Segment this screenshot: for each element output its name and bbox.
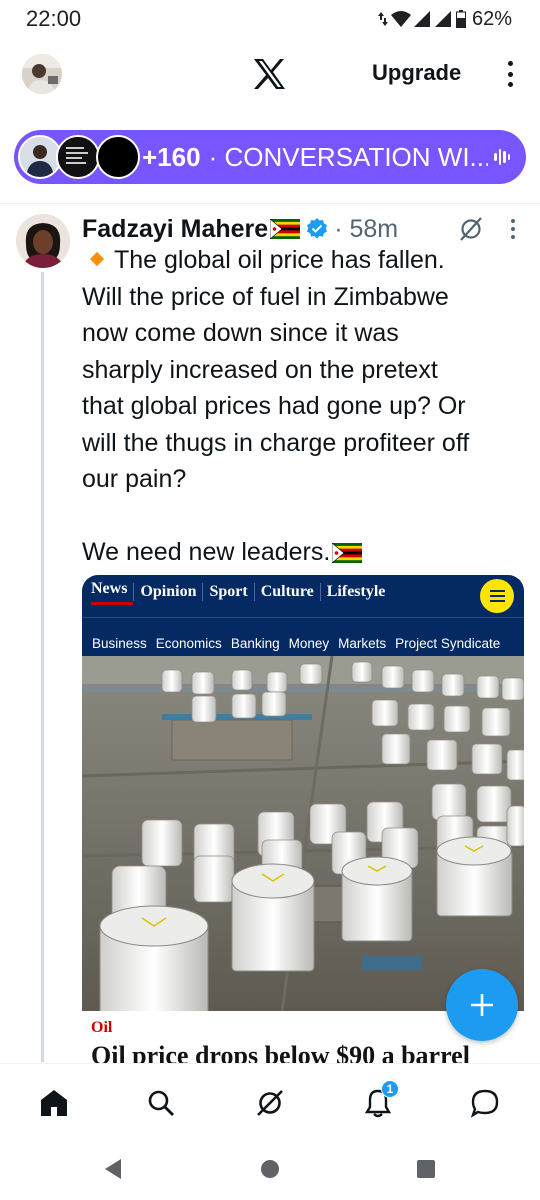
more-vertical-icon[interactable] xyxy=(500,58,520,90)
grok-icon[interactable] xyxy=(458,216,484,242)
home-icon xyxy=(41,1090,67,1116)
signal-icon xyxy=(413,11,430,27)
zimbabwe-flag-icon xyxy=(270,219,301,239)
tweet-line: We need new leaders. xyxy=(82,534,522,571)
nav-sport: Sport xyxy=(202,583,253,601)
status-right: 62% xyxy=(377,7,512,31)
conversation-label: +160 · CONVERSATION WI... xyxy=(142,142,488,173)
tweet-line: will the thugs in charge profiteer off xyxy=(82,428,470,457)
author-avatar[interactable] xyxy=(16,214,70,268)
sub-banking: Banking xyxy=(230,636,280,651)
divider xyxy=(0,203,540,204)
upgrade-button[interactable]: Upgrade xyxy=(372,60,461,86)
participant-avatar xyxy=(96,135,140,179)
plus-icon xyxy=(471,994,493,1016)
battery-icon xyxy=(455,10,466,28)
status-icons xyxy=(377,10,466,28)
grok-icon xyxy=(257,1090,283,1116)
tweet-line: sharply increased on the pretext xyxy=(82,355,438,384)
article-headline: Oil price drops below $90 a barrel xyxy=(91,1041,470,1065)
search-icon xyxy=(148,1090,174,1116)
battery-level: 62% xyxy=(471,7,512,30)
tweet-line: The global oil price has fallen. xyxy=(82,242,522,279)
sub-business: Business xyxy=(92,636,147,651)
sub-economics: Economics xyxy=(155,636,222,651)
tweet-line: that global prices had gone up? Or xyxy=(82,392,466,420)
hamburger-icon xyxy=(480,579,514,613)
tweet-line: our pain? xyxy=(82,465,187,493)
nav-opinion: Opinion xyxy=(133,583,202,601)
home-circle-icon[interactable] xyxy=(260,1158,280,1180)
article-nav-secondary: Business Economics Banking Money Markets… xyxy=(82,617,524,651)
status-time: 22:00 xyxy=(26,6,82,31)
article-nav-primary: News Opinion Sport Culture Lifestyle xyxy=(82,575,524,605)
pill-avatars xyxy=(18,133,142,181)
messages-icon xyxy=(470,1089,499,1118)
oil-tanks-photo xyxy=(82,656,524,1011)
sub-markets: Markets xyxy=(338,636,387,651)
nav-grok[interactable] xyxy=(253,1086,287,1120)
conversation-count: +160 xyxy=(142,141,201,172)
tweet-line: Will the price of fuel in Zimbabwe xyxy=(82,282,449,311)
notification-badge: 1 xyxy=(381,1080,399,1098)
android-nav-bar xyxy=(0,1140,540,1200)
signal-icon-2 xyxy=(434,11,451,27)
recents-icon[interactable] xyxy=(416,1158,436,1180)
tweet-text: The global oil price has fallen. Will th… xyxy=(82,242,522,571)
audio-wave-icon xyxy=(494,147,510,167)
nav-lifestyle: Lifestyle xyxy=(319,583,392,601)
app-header: Upgrade xyxy=(0,44,540,104)
sub-money: Money xyxy=(288,636,330,651)
nav-search[interactable] xyxy=(144,1086,178,1120)
profile-avatar[interactable] xyxy=(22,54,62,94)
tweet-time[interactable]: · 58m xyxy=(334,215,398,244)
wifi-icon xyxy=(390,11,411,27)
sub-project-syndicate: Project Syndicate xyxy=(395,636,501,651)
zimbabwe-flag-icon xyxy=(332,542,363,565)
nav-messages[interactable] xyxy=(468,1086,502,1120)
nav-home[interactable] xyxy=(37,1086,71,1120)
status-bar: 22:00 62% xyxy=(0,0,540,38)
conversation-pill[interactable]: +160 · CONVERSATION WI... xyxy=(14,130,526,184)
nav-notifications[interactable]: 1 xyxy=(361,1080,399,1120)
x-logo-icon[interactable] xyxy=(252,58,286,90)
orange-diamond-icon xyxy=(89,252,105,267)
article-nav-bar: News Opinion Sport Culture Lifestyle Bus… xyxy=(82,575,524,656)
tweet-line: now come down since it was xyxy=(82,319,399,347)
nav-news: News xyxy=(91,580,134,605)
tweet-header: Fadzayi Mahere · 58m xyxy=(82,213,398,245)
bottom-nav: 1 xyxy=(0,1063,540,1139)
author-name[interactable]: Fadzayi Mahere xyxy=(82,215,268,244)
participant-avatar xyxy=(56,135,100,179)
nav-culture: Culture xyxy=(253,583,320,601)
verified-badge-icon xyxy=(307,218,328,239)
data-arrows-icon xyxy=(377,12,388,26)
thread-line xyxy=(41,272,44,1062)
conversation-title: · CONVERSATION WI... xyxy=(208,141,488,172)
back-icon[interactable] xyxy=(103,1158,123,1180)
tweet-more-icon[interactable] xyxy=(508,217,518,241)
compose-button[interactable] xyxy=(446,969,518,1041)
